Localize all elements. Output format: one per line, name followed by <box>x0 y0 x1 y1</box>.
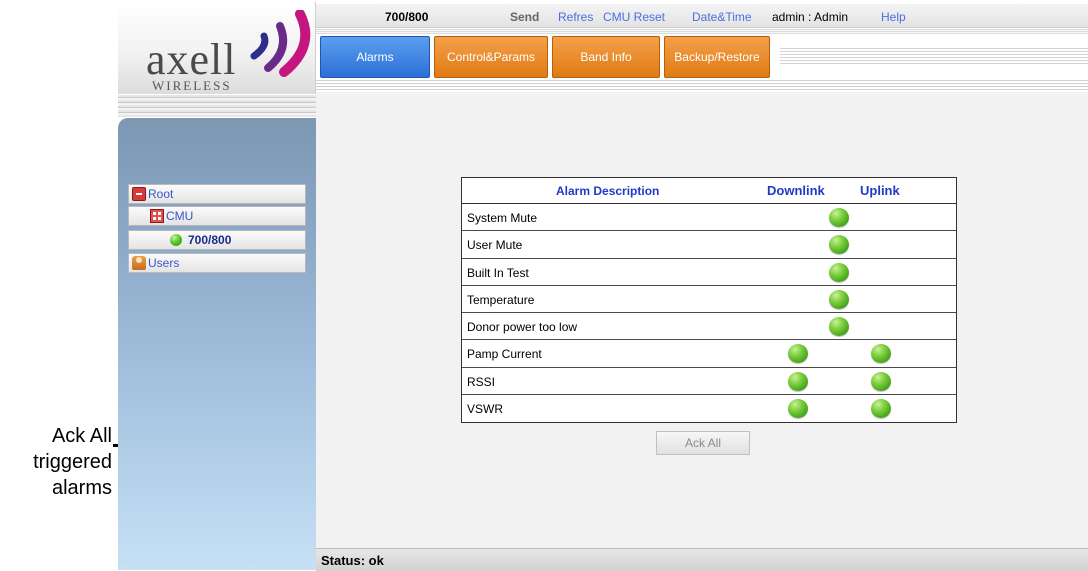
tree-item-root[interactable]: Root <box>128 184 306 204</box>
user-icon <box>132 256 146 270</box>
table-row: VSWR <box>462 395 956 422</box>
logo-divider <box>118 95 316 117</box>
logo-panel: axell WIRELESS <box>118 2 316 94</box>
status-text: Status: ok <box>321 553 384 568</box>
cmu-reset-link[interactable]: CMU Reset <box>603 10 665 24</box>
status-led-icon <box>829 317 849 336</box>
send-link[interactable]: Send <box>510 10 539 24</box>
tab-bar-rule <box>780 48 1088 66</box>
status-led-icon <box>170 234 182 246</box>
status-led-icon <box>829 235 849 255</box>
status-bar: Status: ok <box>316 548 1088 571</box>
tab-label: Band Info <box>580 50 632 64</box>
help-link[interactable]: Help <box>881 10 906 24</box>
tree-item-label: Users <box>148 256 180 270</box>
alarm-description: Temperature <box>467 292 535 307</box>
status-led-icon <box>829 208 849 227</box>
tab-bar-underline <box>316 80 1088 92</box>
alarm-description: Pamp Current <box>467 347 542 362</box>
downlink-led-icon <box>788 371 808 391</box>
tree-item-band[interactable]: 700/800 <box>128 230 306 250</box>
logo-wordmark: axell <box>146 35 237 84</box>
tree-item-cmu[interactable]: CMU <box>128 206 306 226</box>
downlink-led-icon <box>788 344 808 364</box>
tab-control-params[interactable]: Control&Params <box>434 36 548 78</box>
tab-label: Control&Params <box>446 50 536 64</box>
status-led-icon <box>829 289 849 309</box>
callout-ack-all: Ack All triggered alarms <box>0 423 112 501</box>
table-row: Temperature <box>462 286 956 313</box>
uplink-led-icon <box>871 398 891 418</box>
alarm-description: Built In Test <box>467 265 529 280</box>
tab-bar: Alarms Control&Params Band Info Backup/R… <box>320 36 770 78</box>
alarm-table: Alarm Description Downlink Uplink System… <box>461 177 957 423</box>
table-row: Built In Test <box>462 259 956 286</box>
tab-alarms[interactable]: Alarms <box>320 36 430 78</box>
tab-band-info[interactable]: Band Info <box>552 36 660 78</box>
tab-label: Alarms <box>356 50 394 64</box>
table-header: Alarm Description Downlink Uplink <box>462 178 956 204</box>
alarm-description: Donor power too low <box>467 320 578 334</box>
header-downlink: Downlink <box>767 183 825 198</box>
alarm-description: System Mute <box>467 211 538 225</box>
alarm-description: User Mute <box>467 238 523 253</box>
header-uplink: Uplink <box>860 183 900 198</box>
table-row: System Mute <box>462 204 956 232</box>
logo-subtitle: WIRELESS <box>152 78 232 93</box>
callout-line-1: Ack All <box>51 425 112 447</box>
ack-all-button[interactable]: Ack All <box>656 431 750 455</box>
tree-item-users[interactable]: Users <box>128 253 306 273</box>
grid-icon <box>150 209 164 223</box>
alarm-description: RSSI <box>467 374 496 389</box>
alarm-description: VSWR <box>467 401 503 416</box>
table-row: RSSI <box>462 368 956 395</box>
header-description: Alarm Description <box>556 184 660 198</box>
status-led-icon <box>829 262 849 282</box>
top-nav-bar: 700/800 Send Refres CMU Reset Date&Time … <box>316 4 1088 28</box>
callout-line-3: alarms <box>51 477 112 499</box>
callout-line-2: triggered <box>33 451 112 473</box>
downlink-led-icon <box>788 398 808 418</box>
table-row: Pamp Current <box>462 340 956 368</box>
tree-item-label: CMU <box>166 209 194 223</box>
user-label: admin : Admin <box>772 10 849 24</box>
top-divider <box>316 29 1088 34</box>
uplink-led-icon <box>871 344 891 364</box>
refresh-link[interactable]: Refres <box>558 10 593 24</box>
uplink-led-icon <box>871 371 891 391</box>
device-title: 700/800 <box>385 10 429 24</box>
table-row: Donor power too low <box>462 313 956 341</box>
tree-item-label: 700/800 <box>188 233 232 247</box>
tree-item-label: Root <box>148 187 174 201</box>
tab-backup-restore[interactable]: Backup/Restore <box>664 36 770 78</box>
date-time-link[interactable]: Date&Time <box>692 10 752 24</box>
logo-mark-icon <box>250 10 311 77</box>
table-row: User Mute <box>462 231 956 259</box>
tab-label: Backup/Restore <box>674 50 760 64</box>
collapse-icon[interactable] <box>132 187 146 201</box>
